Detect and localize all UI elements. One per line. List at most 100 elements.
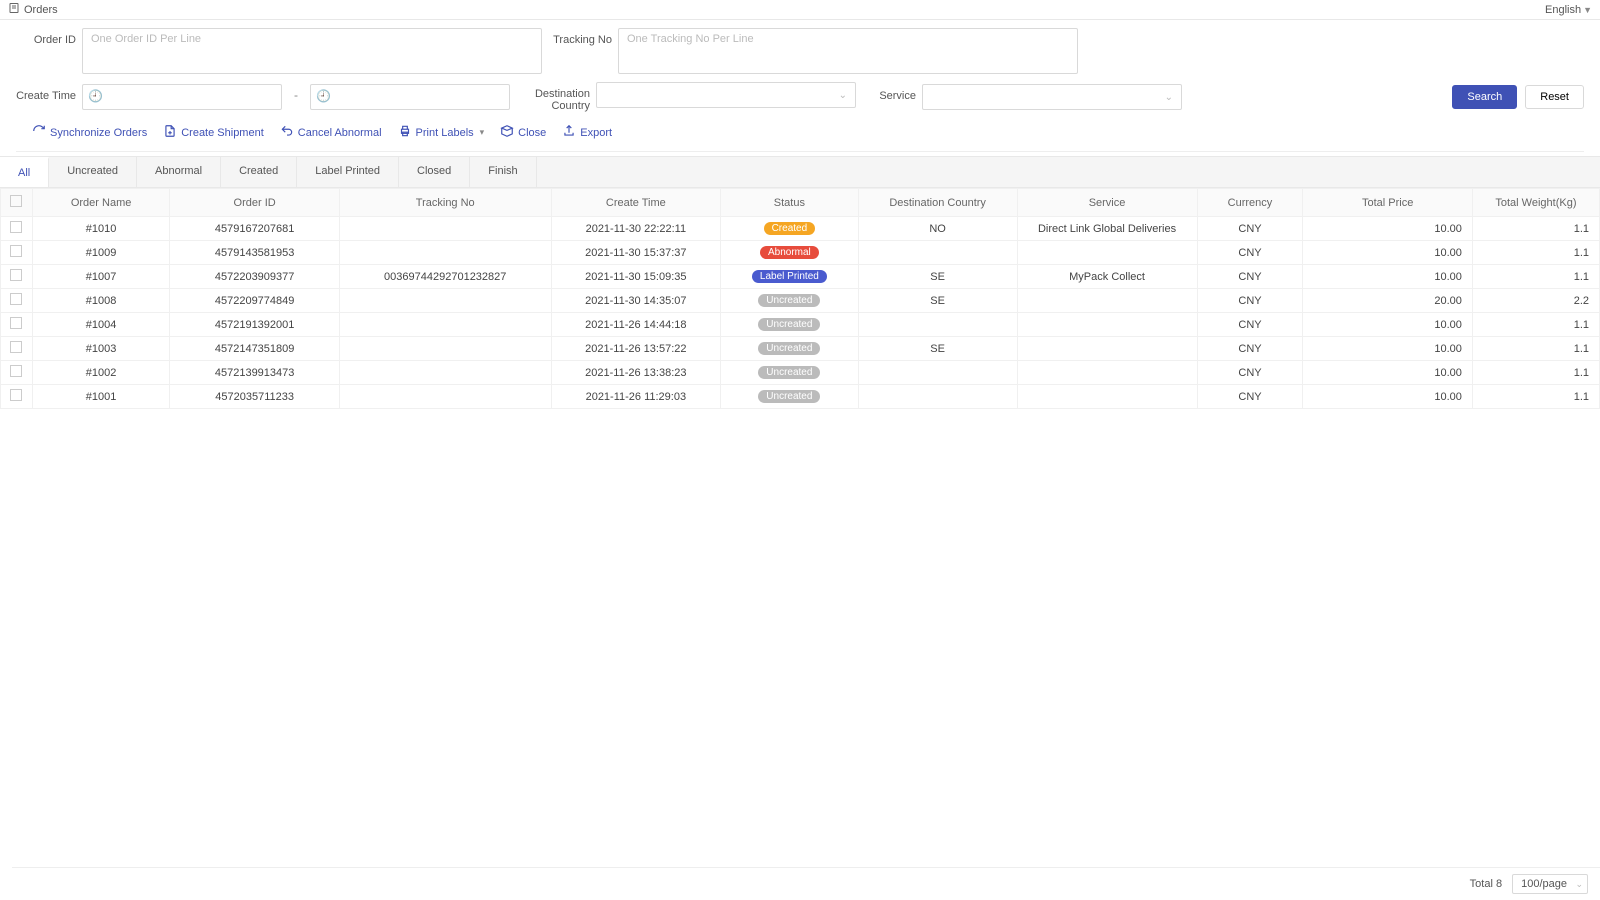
row-checkbox[interactable]: [10, 365, 22, 377]
tracking-no-input[interactable]: [618, 28, 1078, 74]
status-badge: Uncreated: [758, 366, 820, 379]
reset-button[interactable]: Reset: [1525, 85, 1584, 109]
dest-country-select[interactable]: ⌄: [596, 82, 856, 108]
cell-create-time: 2021-11-30 15:09:35: [551, 265, 720, 289]
cell-service: [1017, 241, 1197, 265]
dest-country-label: Destination Country: [520, 82, 590, 112]
cell-currency: CNY: [1197, 289, 1303, 313]
status-badge: Abnormal: [760, 246, 819, 259]
cell-service: [1017, 361, 1197, 385]
synchronize-orders-button[interactable]: Synchronize Orders: [32, 124, 147, 141]
language-selector[interactable]: English▼: [1545, 4, 1592, 16]
file-plus-icon: [163, 124, 177, 141]
row-checkbox[interactable]: [10, 317, 22, 329]
print-labels-button[interactable]: Print Labels ▾: [398, 124, 485, 141]
status-badge: Created: [764, 222, 816, 235]
cell-status: Abnormal: [721, 241, 859, 265]
cell-tracking-no: [339, 217, 551, 241]
cell-order-id: 4572147351809: [170, 337, 339, 361]
row-checkbox[interactable]: [10, 269, 22, 281]
cell-tracking-no: [339, 385, 551, 409]
cancel-abnormal-button[interactable]: Cancel Abnormal: [280, 124, 382, 141]
table-row[interactable]: #100945791435819532021-11-30 15:37:37Abn…: [1, 241, 1600, 265]
cell-currency: CNY: [1197, 385, 1303, 409]
row-checkbox[interactable]: [10, 221, 22, 233]
cell-service: [1017, 337, 1197, 361]
status-badge: Uncreated: [758, 342, 820, 355]
tab-finish[interactable]: Finish: [470, 157, 536, 187]
cell-order-id: 4579167207681: [170, 217, 339, 241]
table-row[interactable]: #100845722097748492021-11-30 14:35:07Unc…: [1, 289, 1600, 313]
create-time-label: Create Time: [16, 84, 76, 102]
table-row[interactable]: #100145720357112332021-11-26 11:29:03Unc…: [1, 385, 1600, 409]
cell-status: Uncreated: [721, 337, 859, 361]
tab-uncreated[interactable]: Uncreated: [49, 157, 137, 187]
cell-total-weight: 1.1: [1472, 361, 1599, 385]
cell-currency: CNY: [1197, 361, 1303, 385]
cell-order-id: 4572139913473: [170, 361, 339, 385]
row-checkbox[interactable]: [10, 245, 22, 257]
cell-total-weight: 1.1: [1472, 265, 1599, 289]
tab-closed[interactable]: Closed: [399, 157, 470, 187]
export-button[interactable]: Export: [562, 124, 612, 141]
col-status: Status: [721, 189, 859, 217]
cell-create-time: 2021-11-26 13:38:23: [551, 361, 720, 385]
close-button[interactable]: Close: [500, 124, 546, 141]
cell-tracking-no: [339, 241, 551, 265]
cell-create-time: 2021-11-26 14:44:18: [551, 313, 720, 337]
row-checkbox[interactable]: [10, 341, 22, 353]
archive-icon: [500, 124, 514, 141]
cell-service: [1017, 385, 1197, 409]
row-checkbox[interactable]: [10, 389, 22, 401]
table-row[interactable]: #101045791672076812021-11-30 22:22:11Cre…: [1, 217, 1600, 241]
cell-service: [1017, 289, 1197, 313]
cell-create-time: 2021-11-30 15:37:37: [551, 241, 720, 265]
page-title: Orders: [24, 4, 58, 16]
tab-all[interactable]: All: [0, 157, 49, 187]
page-size-select[interactable]: 100/page⌄: [1512, 874, 1588, 894]
order-id-input[interactable]: [82, 28, 542, 74]
cell-tracking-no: [339, 337, 551, 361]
clock-icon: 🕘: [88, 89, 103, 103]
tab-abnormal[interactable]: Abnormal: [137, 157, 221, 187]
cell-order-id: 4579143581953: [170, 241, 339, 265]
status-badge: Uncreated: [758, 294, 820, 307]
cell-tracking-no: [339, 313, 551, 337]
tab-label-printed[interactable]: Label Printed: [297, 157, 399, 187]
refresh-icon: [32, 124, 46, 141]
table-row[interactable]: #100745722039093770036974429270123282720…: [1, 265, 1600, 289]
col-order-id: Order ID: [170, 189, 339, 217]
cell-status: Created: [721, 217, 859, 241]
printer-icon: [398, 124, 412, 141]
cell-currency: CNY: [1197, 313, 1303, 337]
cell-order-name: #1010: [32, 217, 170, 241]
table-row[interactable]: #100245721399134732021-11-26 13:38:23Unc…: [1, 361, 1600, 385]
col-tracking-no: Tracking No: [339, 189, 551, 217]
cell-dest-country: SE: [858, 289, 1017, 313]
cell-total-price: 10.00: [1303, 361, 1472, 385]
cell-dest-country: [858, 361, 1017, 385]
create-shipment-button[interactable]: Create Shipment: [163, 124, 264, 141]
status-badge: Label Printed: [752, 270, 827, 283]
chevron-down-icon: ⌄: [1165, 92, 1173, 103]
cell-order-id: 4572209774849: [170, 289, 339, 313]
table-row[interactable]: #100445721913920012021-11-26 14:44:18Unc…: [1, 313, 1600, 337]
create-time-start[interactable]: [82, 84, 282, 110]
search-button[interactable]: Search: [1452, 85, 1517, 109]
table-row[interactable]: #100345721473518092021-11-26 13:57:22Unc…: [1, 337, 1600, 361]
cell-tracking-no: [339, 289, 551, 313]
create-time-end[interactable]: [310, 84, 510, 110]
cell-status: Label Printed: [721, 265, 859, 289]
cell-currency: CNY: [1197, 241, 1303, 265]
tab-created[interactable]: Created: [221, 157, 297, 187]
total-label: Total 8: [1470, 878, 1502, 890]
col-destination-country: Destination Country: [858, 189, 1017, 217]
chevron-down-icon: ⌄: [1575, 879, 1583, 890]
row-checkbox[interactable]: [10, 293, 22, 305]
select-all-checkbox[interactable]: [10, 195, 22, 207]
chevron-down-icon: ▾: [480, 127, 485, 138]
cell-status: Uncreated: [721, 313, 859, 337]
cell-order-name: #1001: [32, 385, 170, 409]
service-select[interactable]: ⌄: [922, 84, 1182, 110]
cell-service: Direct Link Global Deliveries: [1017, 217, 1197, 241]
